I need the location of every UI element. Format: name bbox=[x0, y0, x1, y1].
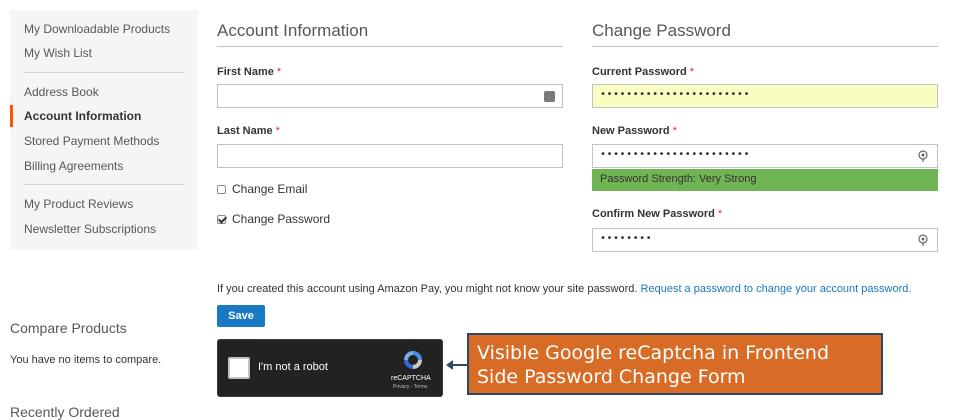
section-rule bbox=[592, 46, 938, 47]
first-name-input[interactable] bbox=[217, 84, 563, 108]
sidebar-divider bbox=[24, 184, 184, 185]
last-name-label: Last Name * bbox=[217, 125, 280, 137]
last-name-input[interactable] bbox=[217, 144, 563, 168]
amazon-pay-note: If you created this account using Amazon… bbox=[217, 283, 911, 295]
password-manager-icon[interactable] bbox=[544, 91, 555, 102]
account-sidebar: My Downloadable Products My Wish List Ad… bbox=[10, 10, 198, 250]
confirm-password-value: •••••••• bbox=[600, 233, 653, 244]
sidebar-item-newsletter-subscriptions[interactable]: Newsletter Subscriptions bbox=[24, 222, 156, 236]
callout-arrow-line bbox=[452, 364, 468, 366]
compare-products-title: Compare Products bbox=[10, 320, 127, 336]
recaptcha-privacy-terms[interactable]: Privacy - Terms bbox=[393, 384, 427, 390]
new-password-value: ••••••••••••••••••••••• bbox=[600, 149, 750, 160]
sidebar-item-wish-list[interactable]: My Wish List bbox=[24, 46, 92, 60]
callout-annotation: Visible Google reCaptcha in Frontend Sid… bbox=[467, 333, 883, 395]
sidebar-item-billing-agreements[interactable]: Billing Agreements bbox=[24, 159, 123, 173]
recaptcha-label: I'm not a robot bbox=[258, 361, 328, 373]
request-password-link[interactable]: Request a password to change your accoun… bbox=[641, 283, 912, 295]
first-name-label: First Name * bbox=[217, 66, 282, 78]
recaptcha-widget: I'm not a robot reCAPTCHA Privacy - Term… bbox=[217, 339, 443, 397]
change-password-label: Change Password bbox=[232, 212, 331, 226]
sidebar-divider bbox=[24, 72, 184, 73]
callout-line-1: Visible Google reCaptcha in Frontend bbox=[477, 342, 830, 364]
current-password-label: Current Password * bbox=[592, 66, 695, 78]
password-reveal-icon[interactable] bbox=[917, 150, 929, 162]
account-information-title: Account Information bbox=[217, 21, 369, 40]
sidebar-item-account-information[interactable]: Account Information bbox=[24, 109, 141, 123]
recaptcha-brand: reCAPTCHA bbox=[391, 375, 431, 382]
change-password-checkbox[interactable] bbox=[217, 215, 226, 224]
sidebar-active-indicator bbox=[10, 105, 13, 127]
current-password-input[interactable]: ••••••••••••••••••••••• bbox=[592, 84, 938, 108]
change-email-label: Change Email bbox=[232, 182, 308, 196]
current-password-value: ••••••••••••••••••••••• bbox=[600, 89, 750, 100]
amazon-pay-note-text: If you created this account using Amazon… bbox=[217, 283, 638, 295]
confirm-password-label: Confirm New Password * bbox=[592, 208, 723, 220]
compare-empty-text: You have no items to compare. bbox=[10, 354, 162, 366]
callout-line-2: Side Password Change Form bbox=[477, 366, 746, 388]
recaptcha-checkbox[interactable] bbox=[228, 357, 250, 379]
recently-ordered-title: Recently Ordered bbox=[10, 404, 120, 420]
change-email-checkbox[interactable] bbox=[217, 185, 226, 194]
section-rule bbox=[217, 46, 563, 47]
sidebar-item-address-book[interactable]: Address Book bbox=[24, 85, 99, 99]
new-password-input[interactable]: ••••••••••••••••••••••• bbox=[592, 144, 938, 168]
sidebar-item-downloadable-products[interactable]: My Downloadable Products bbox=[24, 22, 170, 36]
recaptcha-logo-icon bbox=[404, 351, 422, 369]
change-password-checkbox-row[interactable]: Change Password bbox=[217, 212, 330, 226]
change-password-title: Change Password bbox=[592, 21, 731, 40]
change-email-checkbox-row[interactable]: Change Email bbox=[217, 182, 307, 196]
save-button[interactable]: Save bbox=[217, 305, 265, 327]
sidebar-item-product-reviews[interactable]: My Product Reviews bbox=[24, 197, 133, 211]
password-reveal-icon[interactable] bbox=[917, 234, 929, 246]
password-strength-meter: Password Strength: Very Strong bbox=[592, 169, 938, 191]
sidebar-item-stored-payment-methods[interactable]: Stored Payment Methods bbox=[24, 134, 159, 148]
confirm-password-input[interactable]: •••••••• bbox=[592, 228, 938, 252]
new-password-label: New Password * bbox=[592, 125, 677, 137]
